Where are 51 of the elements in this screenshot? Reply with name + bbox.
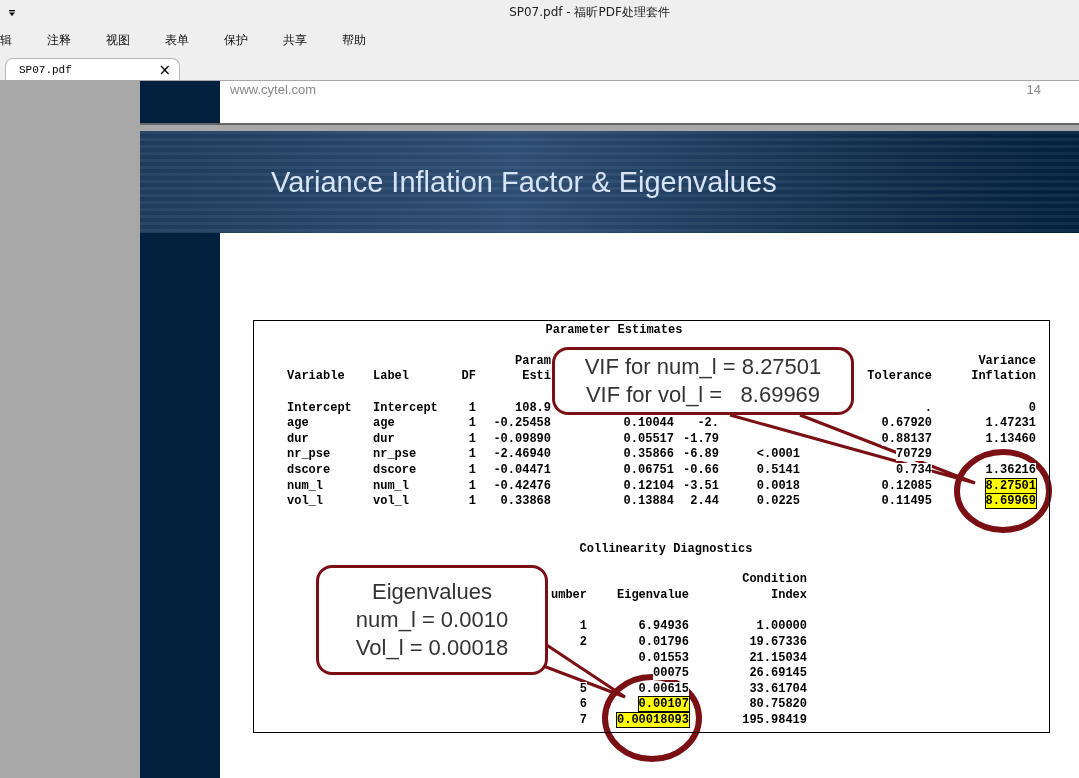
table-cell: Intercept (373, 400, 438, 415)
table-cell: num_l (287, 478, 323, 493)
callout-text: Eigenvalues (372, 578, 492, 606)
table-title: Parameter Estimates (544, 323, 684, 339)
column-header: DF (461, 369, 476, 385)
table-cell: 00075 (653, 666, 689, 681)
close-button[interactable]: × (158, 60, 171, 79)
table-cell: age (373, 416, 395, 431)
column-header: Esti (522, 369, 551, 385)
table-cell: 8.69969 (985, 494, 1036, 509)
table-cell: vol_l (373, 494, 409, 509)
table-cell: nr_pse (373, 447, 417, 462)
column-header: Variance (978, 353, 1036, 370)
table-cell: num_l (373, 478, 409, 493)
column-header: Label (373, 369, 409, 385)
table-cell: 0.00615 (638, 681, 689, 696)
slide-title: Variance Inflation Factor & Eigenvalues (271, 165, 777, 199)
menu-item[interactable]: 视图 (106, 31, 130, 49)
table-title: Collinearity Diagnostics (578, 541, 754, 558)
column-header: Variable (287, 369, 345, 385)
dropdown-icon[interactable] (8, 9, 16, 17)
menu-item[interactable]: 辑 (0, 31, 12, 49)
column-header: umber (551, 587, 587, 604)
column-header: Tolerance (867, 369, 932, 385)
table-cell: 0.88137 (881, 431, 932, 446)
table-cell: nr_pse (287, 447, 331, 462)
document-tab[interactable]: SP07.pdf × (5, 58, 180, 80)
column-header: Index (771, 587, 807, 604)
window-title: SP07.pdf - 福昕PDF处理套件 (509, 4, 670, 21)
callout-text: VIF for num_l = 8.27501 (584, 353, 822, 381)
menu-item[interactable]: 注释 (47, 31, 71, 49)
table-cell: 8.27501 (985, 478, 1036, 493)
menu-item[interactable]: 保护 (224, 31, 248, 49)
callout-text: VIF for vol_l = 8.69969 (585, 381, 821, 409)
menu-item[interactable]: 表单 (165, 31, 189, 49)
table-cell: 0.00107 (638, 697, 689, 712)
footer-url: www.cytel.com (230, 82, 316, 99)
table-cell: age (287, 416, 309, 431)
menu-item[interactable]: 共享 (283, 31, 307, 49)
table-cell: vol_l (287, 494, 323, 509)
column-header: Condition (742, 572, 807, 588)
column-header: Inflation (971, 369, 1036, 385)
table-cell: 70729 (896, 447, 932, 462)
page-number: 14 (1026, 82, 1041, 99)
table-cell: Intercept (287, 400, 352, 415)
table-cell: 0.00018093 (617, 712, 689, 727)
callout-text: num_l = 0.0010 (355, 606, 509, 634)
menu-item[interactable]: 帮助 (342, 31, 366, 49)
column-header: Param (515, 353, 551, 370)
callout-text: Vol_l = 0.00018 (355, 634, 509, 662)
column-header: Eigenvalue (617, 587, 689, 604)
